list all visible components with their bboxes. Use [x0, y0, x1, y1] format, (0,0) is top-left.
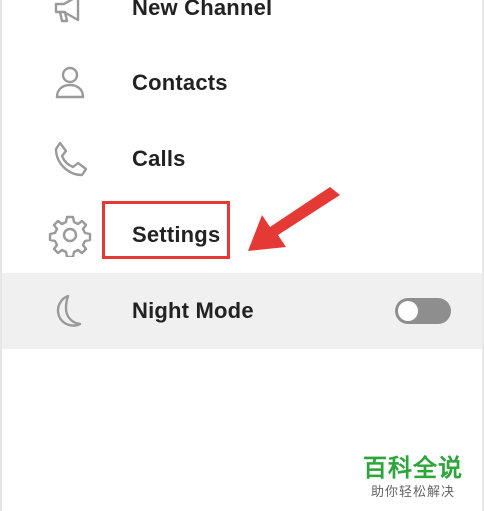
menu-item-label: Contacts [132, 70, 228, 95]
toggle-knob [398, 301, 418, 321]
moon-icon [46, 287, 94, 335]
watermark-subtitle: 助你轻松解决 [370, 484, 455, 499]
megaphone-icon [46, 0, 94, 32]
menu-item-label: Calls [132, 146, 186, 171]
night-mode-toggle[interactable] [395, 298, 451, 324]
annotation-arrow-icon [248, 187, 340, 251]
menu-item-new-channel[interactable]: New Channel [2, 0, 482, 46]
menu-item-label: Night Mode [132, 298, 254, 323]
menu-item-night-mode[interactable]: Night Mode [2, 273, 482, 349]
menu-item-contacts[interactable]: Contacts [2, 45, 482, 121]
menu-item-label: New Channel [132, 0, 273, 20]
gear-icon [46, 211, 94, 259]
phone-icon [46, 135, 94, 183]
watermark: 百科全说 助你轻松解决 [358, 455, 468, 501]
watermark-title: 百科全说 [363, 455, 463, 482]
sidebar-menu-screenshot: New Channel Contacts Calls Settings Nigh… [0, 0, 484, 511]
settings-highlight-box [102, 201, 230, 259]
person-icon [46, 59, 94, 107]
